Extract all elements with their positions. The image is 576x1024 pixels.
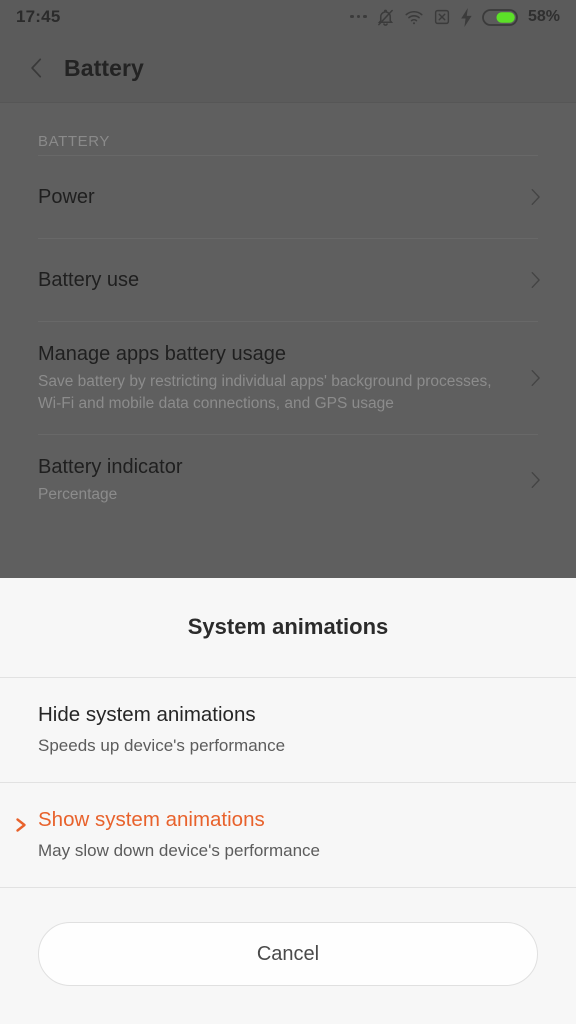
chevron-right-icon: [524, 269, 546, 291]
list-divider: [38, 321, 538, 322]
chevron-right-icon: [524, 367, 546, 389]
bell-muted-icon: [376, 8, 395, 27]
status-bar-clock: 17:45: [16, 7, 61, 26]
option-show-system-animations[interactable]: Show system animations May slow down dev…: [0, 783, 576, 887]
status-bar-icons: 58%: [350, 7, 560, 27]
cancel-button[interactable]: Cancel: [38, 922, 538, 986]
settings-row-manage-apps-battery-usage[interactable]: Manage apps battery usage Save battery b…: [0, 322, 576, 434]
charging-bolt-icon: [460, 7, 473, 27]
option-title: Hide system animations: [38, 700, 538, 730]
row-subtitle: Percentage: [38, 485, 118, 503]
option-subtitle: May slow down device's performance: [38, 840, 320, 860]
status-bar: 17:45 58%: [0, 0, 576, 34]
settings-row-battery-indicator[interactable]: Battery indicator Percentage: [0, 435, 576, 524]
option-label: Hide system animations: [38, 703, 256, 727]
system-animations-sheet: System animations Hide system animations…: [0, 578, 576, 1024]
chevron-right-icon: [524, 469, 546, 491]
option-subtitle: Speeds up device's performance: [38, 735, 286, 755]
chevron-right-icon: [524, 186, 546, 208]
sheet-title: System animations: [187, 614, 389, 639]
settings-row-power[interactable]: Power: [0, 156, 576, 238]
row-subtitle: Save battery by restricting individual a…: [38, 373, 492, 413]
list-divider: [38, 155, 538, 156]
cancel-area: Cancel: [0, 888, 576, 1024]
section-header-battery: BATTERY: [38, 133, 110, 150]
settings-row-battery-use[interactable]: Battery use: [0, 239, 576, 321]
list-divider: [38, 238, 538, 239]
row-title: Power: [38, 185, 95, 208]
page-title: Battery: [64, 54, 144, 81]
wifi-icon: [404, 8, 424, 27]
sim-missing-icon: [433, 8, 451, 26]
row-title: Manage apps battery usage: [38, 343, 286, 365]
selected-chevron-icon: [14, 812, 28, 832]
app-bar: Battery: [0, 34, 576, 103]
more-dots-icon: [350, 14, 367, 20]
battery-percent-label: 58%: [527, 8, 560, 25]
row-title: Battery indicator: [38, 455, 183, 478]
back-button[interactable]: [24, 55, 50, 81]
row-title: Battery use: [38, 268, 140, 291]
option-title: Show system animations: [16, 805, 538, 835]
battery-icon: [482, 8, 518, 26]
list-divider: [38, 433, 538, 435]
option-hide-system-animations[interactable]: Hide system animations Speeds up device'…: [0, 678, 576, 782]
settings-list: BATTERY Power Battery use Manage apps ba…: [0, 103, 576, 524]
option-label: Show system animations: [38, 808, 265, 832]
